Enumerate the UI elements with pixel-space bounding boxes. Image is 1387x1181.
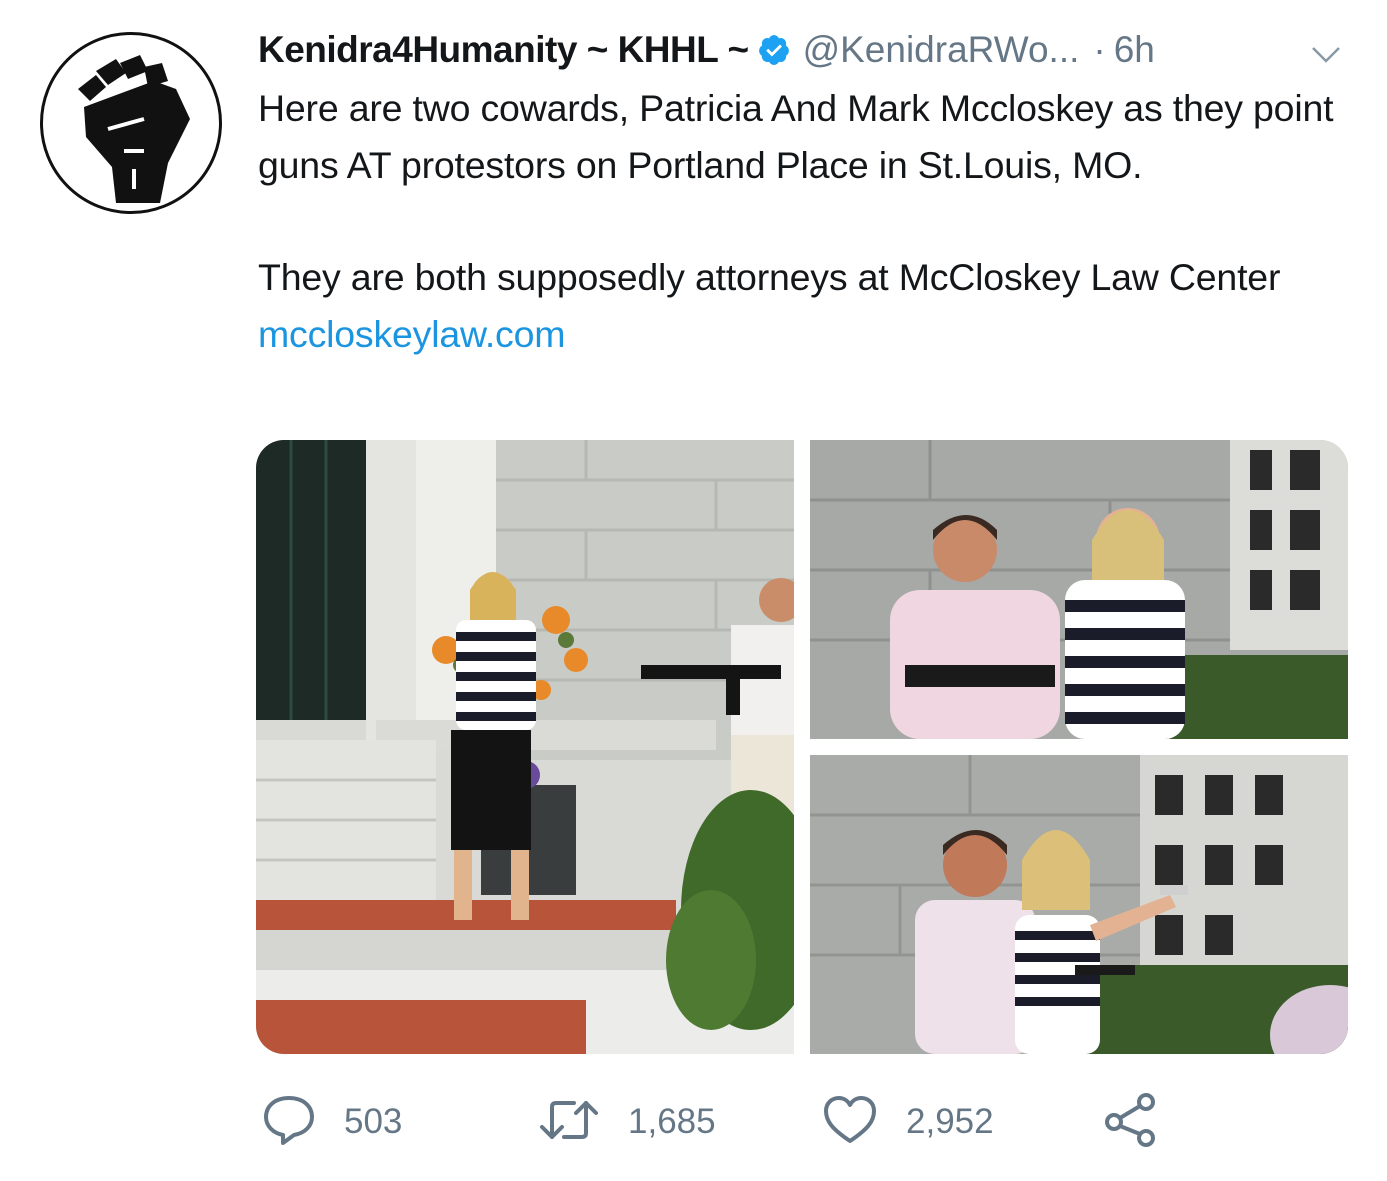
user-handle[interactable]: @KenidraRWo... bbox=[803, 29, 1080, 71]
tweet-paragraph-2-text: They are both supposedly attorneys at Mc… bbox=[258, 256, 1281, 298]
timestamp[interactable]: 6h bbox=[1114, 29, 1155, 71]
raised-fist-icon bbox=[78, 55, 190, 203]
display-name[interactable]: Kenidra4Humanity ~ KHHL ~ bbox=[258, 29, 749, 71]
tweet-paragraph-1: Here are two cowards, Patricia And Mark … bbox=[258, 87, 1334, 186]
retweet-button[interactable]: 1,685 bbox=[538, 1092, 716, 1152]
like-count: 2,952 bbox=[906, 1102, 994, 1141]
tweet-paragraph-2: They are both supposedly attorneys at Mc… bbox=[258, 249, 1338, 362]
verified-badge-icon bbox=[757, 33, 791, 67]
website-link[interactable]: mccloskeylaw.com bbox=[258, 313, 565, 355]
photo-woman-on-steps-man-with-rifle[interactable] bbox=[256, 440, 794, 1054]
photo-couple-pointing-pistol[interactable] bbox=[810, 755, 1348, 1054]
media-grid bbox=[256, 440, 1348, 1054]
retweet-count: 1,685 bbox=[628, 1102, 716, 1141]
share-icon bbox=[1102, 1092, 1158, 1153]
photo-couple-closeup-rifle-pistol[interactable] bbox=[810, 440, 1348, 739]
action-bar: 503 1,685 2,952 bbox=[262, 1092, 1262, 1152]
reply-button[interactable]: 503 bbox=[262, 1092, 402, 1152]
tweet-header: Kenidra4Humanity ~ KHHL ~ @KenidraRWo...… bbox=[258, 24, 1348, 76]
separator-dot: · bbox=[1093, 29, 1106, 70]
share-button[interactable] bbox=[1102, 1092, 1158, 1152]
reply-count: 503 bbox=[344, 1102, 403, 1141]
avatar[interactable] bbox=[40, 32, 222, 214]
retweet-icon bbox=[538, 1093, 600, 1152]
like-icon bbox=[822, 1093, 878, 1152]
tweet-text: Here are two cowards, Patricia And Mark … bbox=[258, 80, 1338, 362]
reply-icon bbox=[262, 1093, 316, 1152]
chevron-down-icon[interactable] bbox=[1310, 34, 1342, 76]
like-button[interactable]: 2,952 bbox=[822, 1092, 994, 1152]
